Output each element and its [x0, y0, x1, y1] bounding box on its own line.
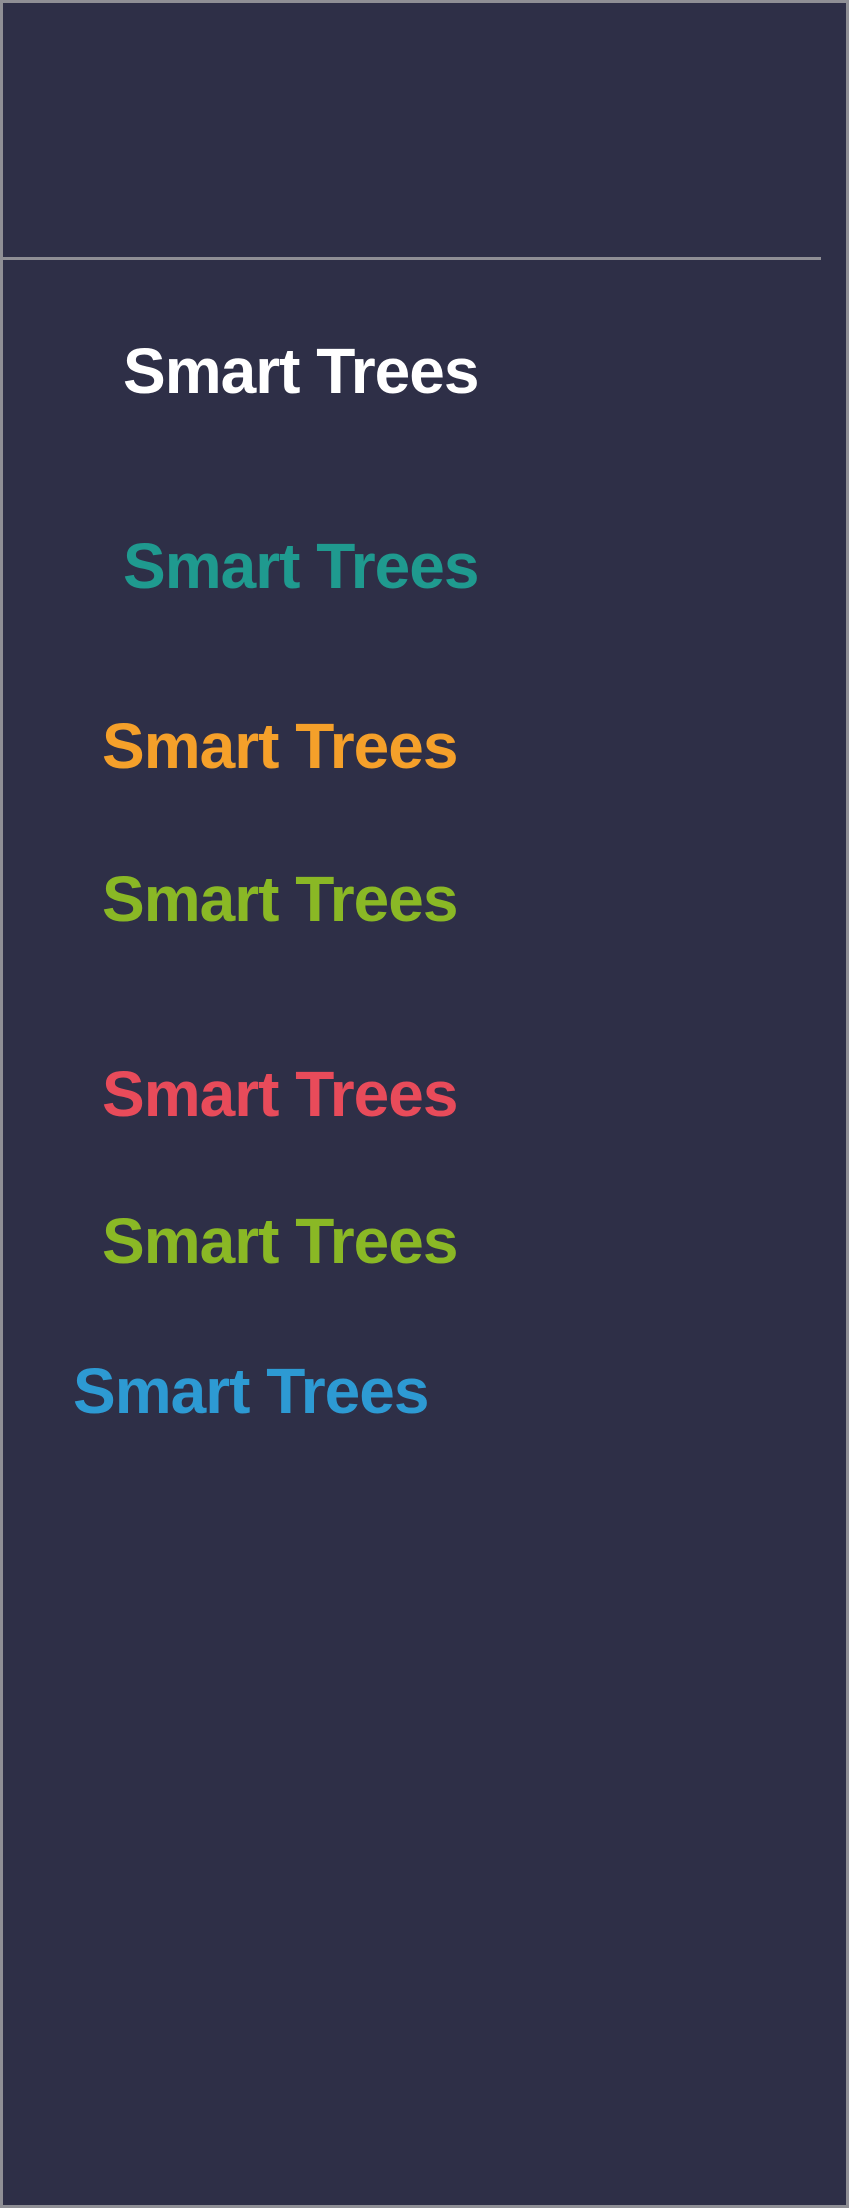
logo-text-teal: Smart Trees: [123, 530, 479, 602]
logo-text-green-2: Smart Trees: [102, 1205, 458, 1277]
logo-text-red: Smart Trees: [102, 1058, 458, 1130]
app-window: Smart Trees Smart Trees Smart Trees Smar…: [0, 0, 849, 2208]
logo-text-orange: Smart Trees: [102, 710, 458, 782]
logo-text-white: Smart Trees: [123, 335, 479, 407]
header-area: [3, 3, 846, 258]
logo-text-blue: Smart Trees: [73, 1355, 429, 1427]
header-divider: [3, 257, 821, 260]
logo-text-green: Smart Trees: [102, 863, 458, 935]
